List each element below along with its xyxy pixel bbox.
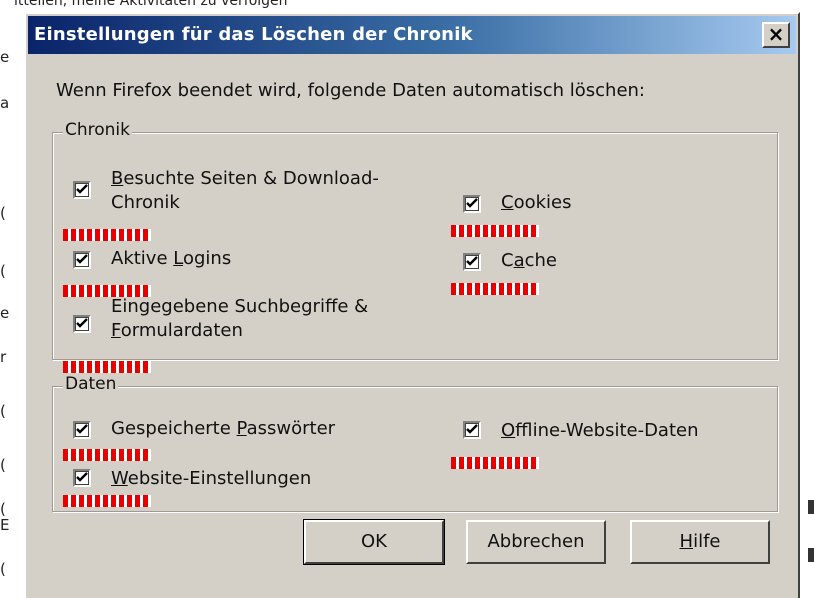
history-group: Chronik Besuchte Seiten & Download- Chro…	[52, 120, 778, 373]
cancel-button[interactable]: Abbrechen	[466, 520, 606, 564]
checkmark-icon	[76, 184, 88, 194]
checkbox-saved-passwords-label: Gespeicherte Passwörter	[111, 418, 336, 439]
close-icon: ×	[767, 22, 785, 46]
checkmark-icon	[76, 472, 88, 482]
dialog-title: Einstellungen für das Löschen der Chroni…	[34, 24, 473, 45]
checkbox-box[interactable]	[463, 195, 481, 213]
checkmark-icon	[76, 254, 88, 264]
background-fragment	[808, 548, 814, 562]
checkbox-box[interactable]	[73, 251, 91, 269]
background-fragment: (	[0, 560, 6, 578]
annotation-red-mark	[63, 495, 151, 507]
background-fragment: e	[0, 48, 10, 66]
background-fragment: e	[0, 304, 10, 322]
annotation-red-mark	[63, 361, 151, 373]
checkbox-site-settings-label: Website-Einstellungen	[111, 468, 312, 489]
annotation-red-mark	[451, 283, 539, 295]
annotation-red-mark	[451, 457, 539, 469]
annotation-red-mark	[63, 449, 151, 461]
checkbox-offline-website-data-label: Offline-Website-Daten	[501, 420, 699, 441]
ok-button-label: OK	[361, 531, 387, 552]
dialog-titlebar[interactable]: Einstellungen für das Löschen der Chroni…	[28, 16, 796, 54]
checkmark-icon	[76, 318, 88, 328]
background-fragment: (	[0, 456, 6, 474]
data-group-legend: Daten	[63, 374, 119, 394]
checkbox-cache-label: Cache	[501, 250, 557, 271]
checkmark-icon	[466, 256, 478, 266]
ok-button[interactable]: OK	[303, 519, 445, 565]
cancel-button-label: Abbrechen	[487, 531, 585, 552]
background-fragment: (	[0, 262, 6, 280]
help-button-label: Hilfe	[679, 531, 721, 552]
checkbox-visited-pages-label: Besuchte Seiten & Download- Chronik	[111, 168, 379, 213]
annotation-red-mark	[451, 225, 539, 237]
data-group: Daten Gespeicherte Passwörter Website-Ei…	[52, 374, 778, 512]
checkbox-box[interactable]	[463, 253, 481, 271]
checkbox-box[interactable]	[73, 421, 91, 439]
checkbox-active-logins-label: Aktive Logins	[111, 248, 232, 269]
background-top-text: itteilen, meine Aktivitäten zu verfolgen	[14, 0, 288, 9]
background-fragment: a	[0, 94, 10, 112]
history-group-legend: Chronik	[63, 120, 133, 140]
checkmark-icon	[76, 424, 88, 434]
checkbox-box[interactable]	[73, 181, 91, 199]
background-fragment: (	[0, 204, 6, 222]
checkbox-box[interactable]	[463, 421, 481, 439]
intro-text: Wenn Firefox beendet wird, folgende Date…	[56, 80, 645, 101]
checkbox-box[interactable]	[73, 469, 91, 487]
close-button[interactable]: ×	[762, 22, 790, 48]
clear-history-settings-dialog: Einstellungen für das Löschen der Chroni…	[24, 12, 800, 598]
checkmark-icon	[466, 424, 478, 434]
background-fragment: (	[0, 402, 6, 420]
checkmark-icon	[466, 198, 478, 208]
background-fragment	[808, 500, 814, 514]
checkbox-search-form-data-label: Eingegebene Suchbegriffe & Formulardaten	[111, 296, 369, 341]
background-fragment: E	[0, 516, 10, 534]
checkbox-box[interactable]	[73, 315, 91, 333]
background-fragment: r	[0, 348, 7, 366]
help-button[interactable]: Hilfe	[630, 520, 770, 564]
annotation-red-mark	[63, 229, 151, 241]
checkbox-cookies-label: Cookies	[501, 192, 572, 213]
